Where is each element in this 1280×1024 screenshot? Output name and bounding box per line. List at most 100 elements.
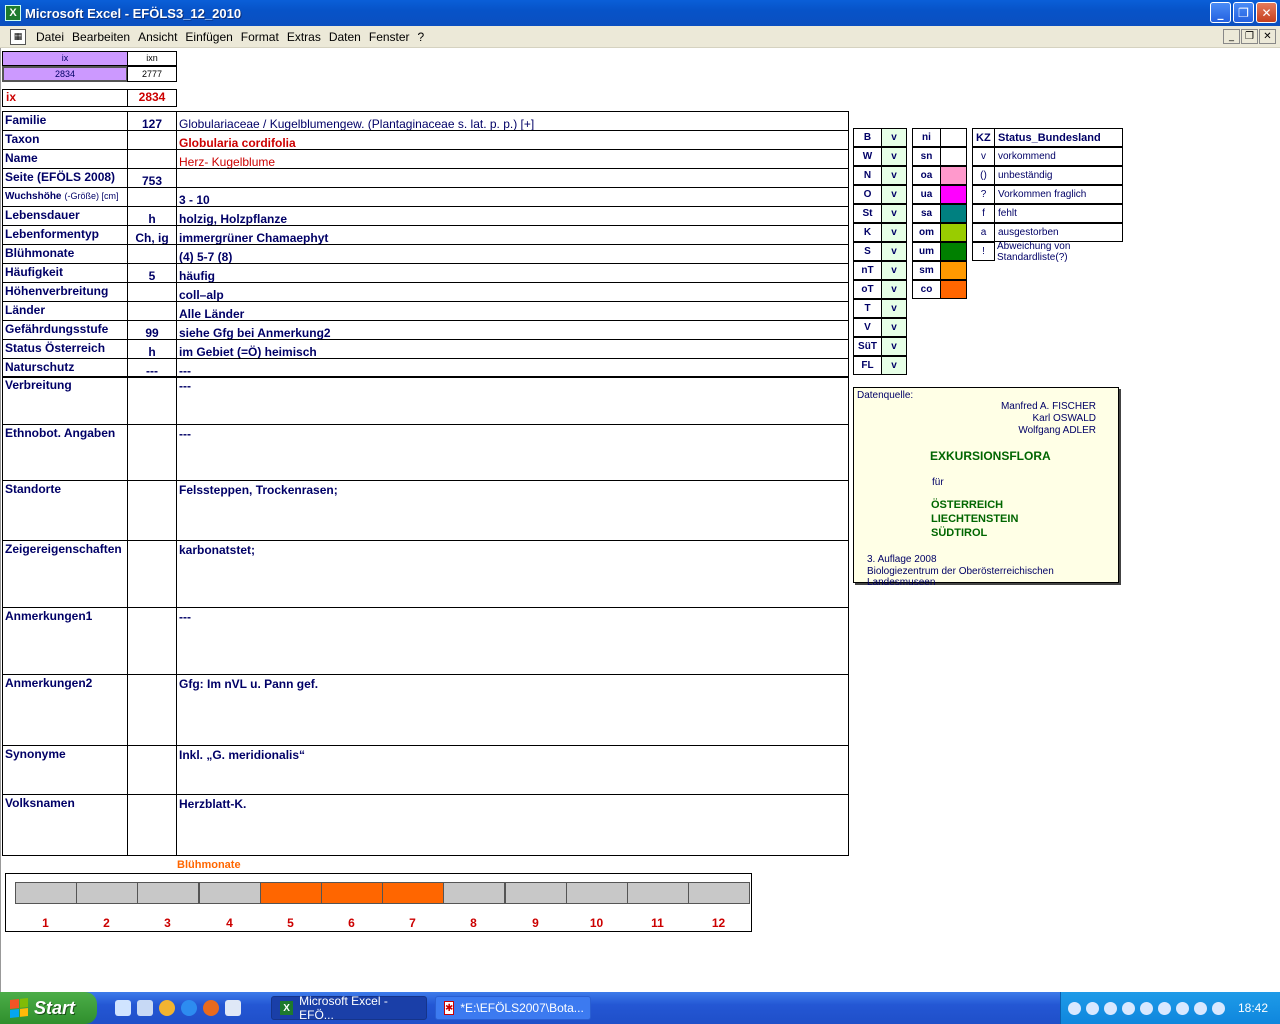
row-label[interactable]: Name xyxy=(2,149,128,169)
ix-value-cell[interactable]: 2834 xyxy=(2,66,128,82)
state-code-W[interactable]: W xyxy=(853,147,882,166)
menu-extras[interactable]: Extras xyxy=(283,30,325,44)
menu-bearbeiten[interactable]: Bearbeiten xyxy=(68,30,134,44)
start-button[interactable]: Start xyxy=(0,992,97,1024)
quicklaunch-icon-1[interactable] xyxy=(115,1000,131,1016)
row-code[interactable] xyxy=(127,540,177,608)
state-code-S[interactable]: S xyxy=(853,242,882,261)
info-icon[interactable] xyxy=(1175,1001,1189,1015)
row-code[interactable]: 99 xyxy=(127,320,177,340)
row-code[interactable] xyxy=(127,376,177,425)
menu-ansicht[interactable]: Ansicht xyxy=(134,30,181,44)
state-code-FL[interactable]: FL xyxy=(853,356,882,375)
row-value[interactable]: --- xyxy=(176,376,849,425)
state-code-SüT[interactable]: SüT xyxy=(853,337,882,356)
maximize-button[interactable]: ❐ xyxy=(1233,2,1254,23)
minimize-button[interactable]: _ xyxy=(1210,2,1231,23)
row-value[interactable]: holzig, Holzpflanze xyxy=(176,206,849,226)
row-label[interactable]: Zeigereigenschaften xyxy=(2,540,128,608)
state-code-O[interactable]: O xyxy=(853,185,882,204)
row-code[interactable] xyxy=(127,187,177,207)
worksheet[interactable]: ix ixn 2834 2777 ix 2834 Familie 127 Globu… xyxy=(0,48,1280,992)
quicklaunch-icon-2[interactable] xyxy=(137,1000,153,1016)
altitude-code-sn[interactable]: sn xyxy=(912,147,941,166)
row-label[interactable]: Familie xyxy=(2,111,128,131)
state-value-oT[interactable]: v xyxy=(881,280,907,299)
row-code[interactable] xyxy=(127,480,177,541)
menu-datei[interactable]: Datei xyxy=(32,30,68,44)
altitude-code-ua[interactable]: ua xyxy=(912,185,941,204)
altitude-color-swatch[interactable] xyxy=(940,242,967,261)
menu-help[interactable]: ? xyxy=(414,30,429,44)
close-button[interactable]: ✕ xyxy=(1256,2,1277,23)
row-label[interactable]: Verbreitung xyxy=(2,376,128,425)
row-value[interactable] xyxy=(176,168,849,188)
row-value[interactable]: --- xyxy=(176,607,849,675)
row-code[interactable]: Ch, ig xyxy=(127,225,177,245)
state-value-W[interactable]: v xyxy=(881,147,907,166)
state-value-nT[interactable]: v xyxy=(881,261,907,280)
state-code-V[interactable]: V xyxy=(853,318,882,337)
row-value[interactable]: Globulariaceae / Kugelblumengew. (Planta… xyxy=(176,111,849,131)
altitude-code-ni[interactable]: ni xyxy=(912,128,941,147)
row-label[interactable]: Status Österreich xyxy=(2,339,128,359)
row-value[interactable]: --- xyxy=(176,424,849,481)
altitude-color-swatch[interactable] xyxy=(940,185,967,204)
state-code-B[interactable]: B xyxy=(853,128,882,147)
row-label[interactable]: Häufigkeit xyxy=(2,263,128,283)
row-label[interactable]: Seite (EFÖLS 2008) xyxy=(2,168,128,188)
doc-close-button[interactable]: ✕ xyxy=(1259,29,1276,44)
printer-icon[interactable] xyxy=(1193,1001,1207,1015)
row-value[interactable]: im Gebiet (=Ö) heimisch xyxy=(176,339,849,359)
state-value-St[interactable]: v xyxy=(881,204,907,223)
row-value[interactable]: Inkl. „G. meridionalis“ xyxy=(176,745,849,795)
row-code[interactable]: 5 xyxy=(127,263,177,283)
row-value[interactable]: karbonatstet; xyxy=(176,540,849,608)
doc-minimize-button[interactable]: _ xyxy=(1223,29,1240,44)
state-value-T[interactable]: v xyxy=(881,299,907,318)
row-label[interactable]: Naturschutz xyxy=(2,358,128,378)
ixn-value-cell[interactable]: 2777 xyxy=(127,66,177,82)
ix-label-cell[interactable]: ix xyxy=(2,89,128,107)
altitude-code-oa[interactable]: oa xyxy=(912,166,941,185)
ixn-header-cell[interactable]: ixn xyxy=(127,51,177,66)
doc-restore-button[interactable]: ❐ xyxy=(1241,29,1258,44)
state-code-N[interactable]: N xyxy=(853,166,882,185)
row-code[interactable]: 127 xyxy=(127,111,177,131)
row-code[interactable] xyxy=(127,674,177,746)
row-code[interactable] xyxy=(127,607,177,675)
altitude-code-um[interactable]: um xyxy=(912,242,941,261)
row-value[interactable]: --- xyxy=(176,358,849,378)
menu-einfuegen[interactable]: Einfügen xyxy=(181,30,236,44)
altitude-color-swatch[interactable] xyxy=(940,147,967,166)
row-label[interactable]: Wuchshöhe (-Größe) [cm] xyxy=(2,187,128,207)
state-value-SüT[interactable]: v xyxy=(881,337,907,356)
altitude-color-swatch[interactable] xyxy=(940,261,967,280)
menu-daten[interactable]: Daten xyxy=(325,30,365,44)
shield-icon[interactable] xyxy=(1139,1001,1153,1015)
altitude-color-swatch[interactable] xyxy=(940,280,967,299)
state-value-N[interactable]: v xyxy=(881,166,907,185)
row-code[interactable]: 753 xyxy=(127,168,177,188)
row-label[interactable]: Gefährdungsstufe xyxy=(2,320,128,340)
row-value[interactable]: Herz- Kugelblume xyxy=(176,149,849,169)
row-value[interactable]: siehe Gfg bei Anmerkung2 xyxy=(176,320,849,340)
row-code[interactable]: --- xyxy=(127,358,177,378)
row-label[interactable]: Lebenformentyp xyxy=(2,225,128,245)
altitude-code-sa[interactable]: sa xyxy=(912,204,941,223)
altitude-color-swatch[interactable] xyxy=(940,223,967,242)
state-value-O[interactable]: v xyxy=(881,185,907,204)
state-code-nT[interactable]: nT xyxy=(853,261,882,280)
volume-icon[interactable] xyxy=(1157,1001,1171,1015)
altitude-color-swatch[interactable] xyxy=(940,128,967,147)
menu-fenster[interactable]: Fenster xyxy=(365,30,414,44)
media-player-icon[interactable] xyxy=(159,1000,175,1016)
internet-explorer-icon[interactable] xyxy=(181,1000,197,1016)
quicklaunch-icon-6[interactable] xyxy=(225,1000,241,1016)
ix-main-value-cell[interactable]: 2834 xyxy=(127,89,177,107)
menu-format[interactable]: Format xyxy=(237,30,283,44)
update-icon[interactable] xyxy=(1211,1001,1225,1015)
row-value[interactable]: Herzblatt-K. xyxy=(176,794,849,856)
altitude-code-sm[interactable]: sm xyxy=(912,261,941,280)
row-value[interactable]: Felssteppen, Trockenrasen; xyxy=(176,480,849,541)
